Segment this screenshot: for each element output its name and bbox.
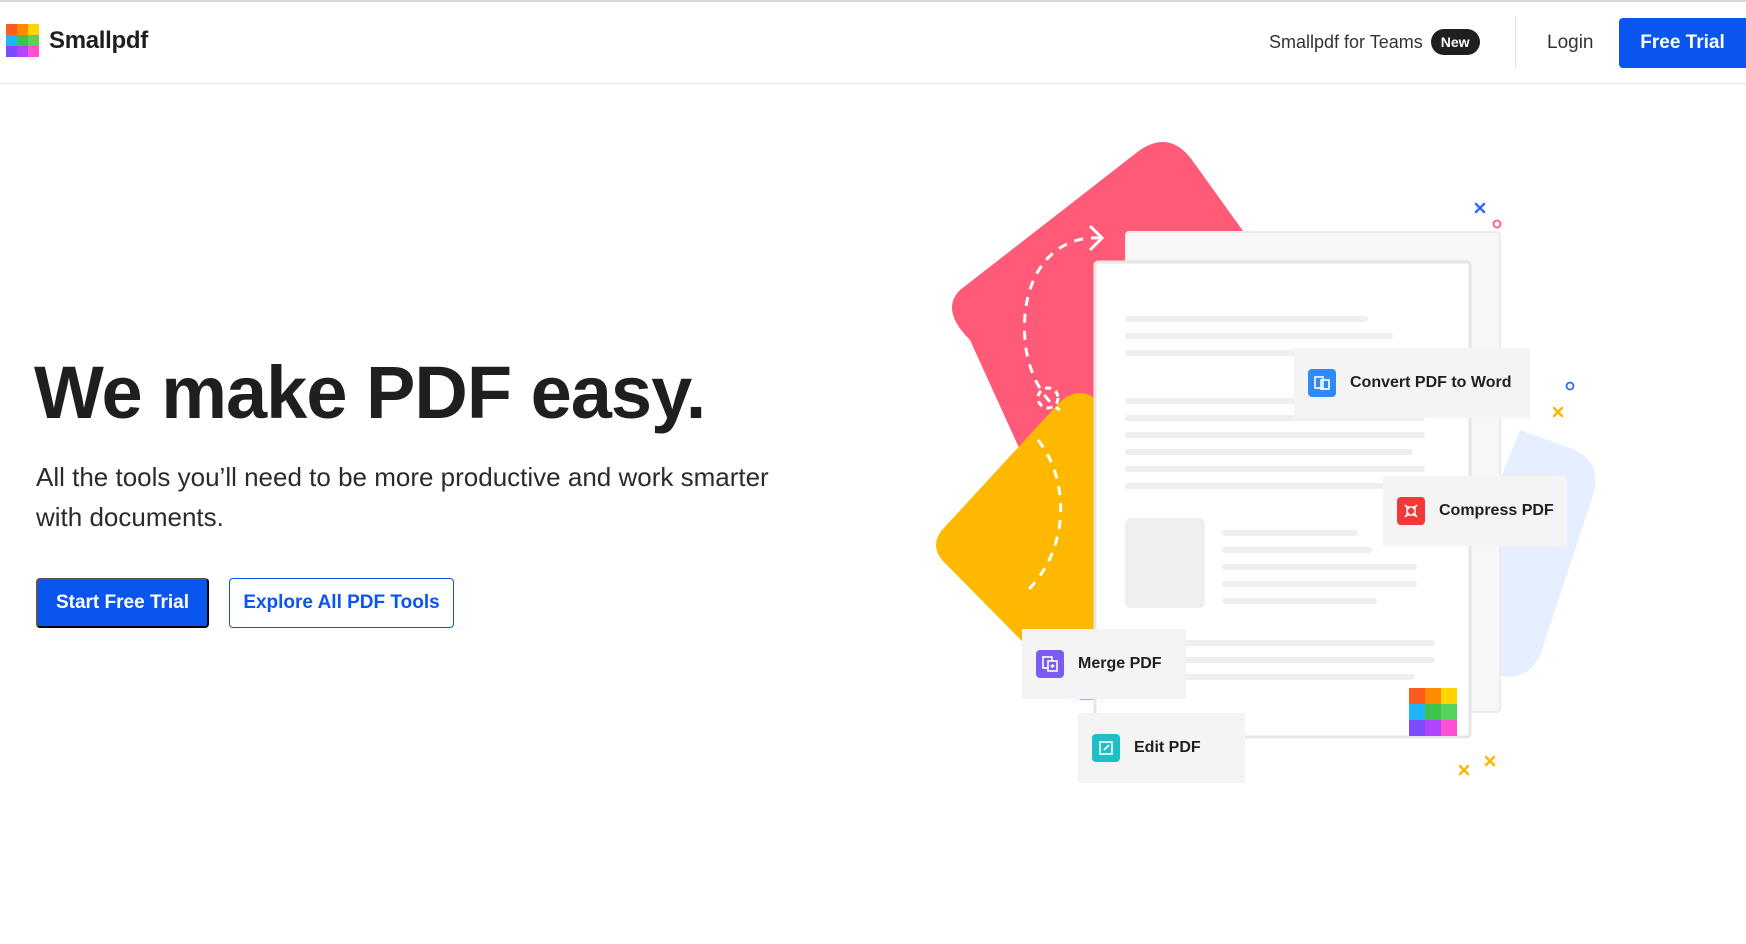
hero-title: We make PDF easy.	[34, 351, 706, 434]
start-free-trial-button[interactable]: Start Free Trial	[36, 578, 209, 628]
tool-label-convert: Convert PDF to Word	[1350, 374, 1512, 391]
hero-illustration: Convert PDF to Word Compress PDF Merge P…	[930, 140, 1630, 800]
tool-card-merge: Merge PDF	[1022, 629, 1186, 699]
nav-teams-link[interactable]: Smallpdf for Teams New	[1269, 29, 1480, 55]
brand-logo[interactable]: Smallpdf	[6, 24, 148, 57]
logo-icon	[6, 24, 39, 57]
new-badge: New	[1430, 29, 1480, 55]
login-link[interactable]: Login	[1547, 32, 1594, 54]
tool-card-convert: Convert PDF to Word	[1294, 348, 1530, 418]
illustration-art	[936, 142, 1596, 776]
hero-subtitle: All the tools you’ll need to be more pro…	[36, 462, 769, 532]
edit-icon	[1092, 734, 1120, 762]
page-logo-icon	[1409, 688, 1457, 736]
nav-divider	[1515, 16, 1516, 68]
compress-icon	[1397, 497, 1425, 525]
tool-card-compress: Compress PDF	[1383, 476, 1567, 546]
brand-name: Smallpdf	[49, 26, 148, 54]
tool-label-merge: Merge PDF	[1078, 655, 1162, 672]
merge-icon	[1036, 650, 1064, 678]
free-trial-button[interactable]: Free Trial	[1619, 18, 1746, 68]
tool-label-compress: Compress PDF	[1439, 502, 1554, 519]
convert-icon	[1308, 369, 1336, 397]
tool-label-edit: Edit PDF	[1134, 739, 1201, 756]
tool-card-edit: Edit PDF	[1078, 713, 1245, 783]
nav-teams-label: Smallpdf for Teams	[1269, 31, 1423, 52]
explore-tools-button[interactable]: Explore All PDF Tools	[229, 578, 454, 628]
site-header: Smallpdf Smallpdf for Teams New Login Fr…	[0, 2, 1746, 84]
